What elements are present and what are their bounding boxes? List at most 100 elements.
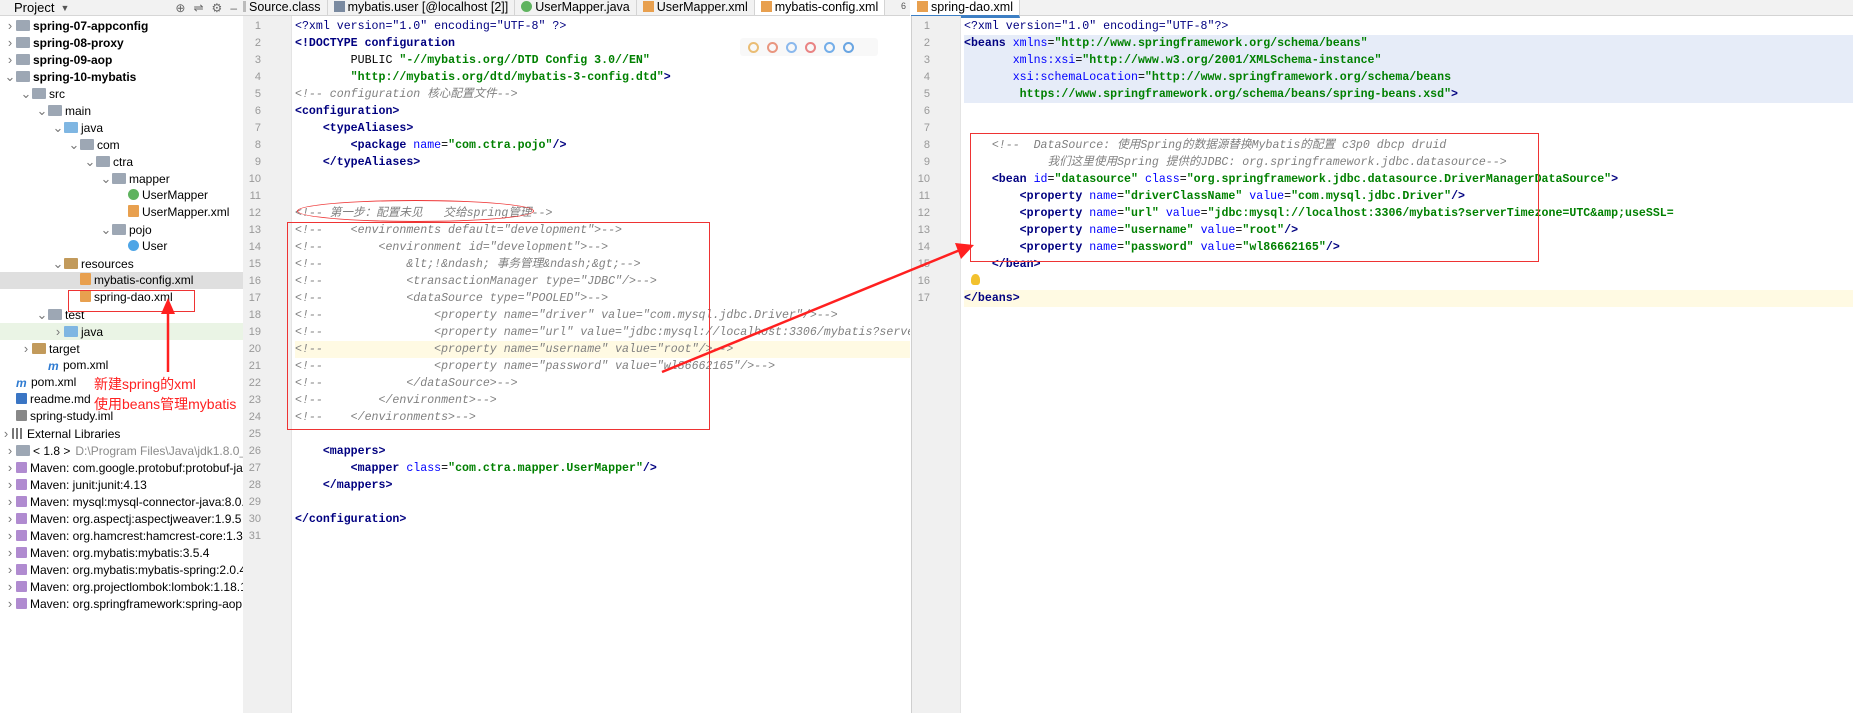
code-line[interactable]: <?xml version="1.0" encoding="UTF-8"?> bbox=[964, 18, 1853, 35]
tree-item[interactable]: mybatis-config.xml bbox=[0, 272, 243, 289]
tree-item[interactable]: m pom.xml bbox=[36, 357, 243, 374]
tree-item[interactable]: › Maven: org.hamcrest:hamcrest-core:1.3 bbox=[4, 527, 243, 544]
chevron-right-icon[interactable]: › bbox=[4, 544, 16, 561]
tabs-overflow-indicator[interactable]: 6 bbox=[901, 1, 906, 11]
chevron-down-icon[interactable]: ⌄ bbox=[36, 306, 48, 323]
code-line[interactable]: </beans> bbox=[964, 290, 1853, 307]
browser-preview-icons[interactable] bbox=[740, 38, 878, 56]
editor-tab[interactable]: mybatis-config.xml bbox=[754, 0, 886, 15]
chevron-right-icon[interactable]: › bbox=[4, 17, 16, 34]
code-line[interactable]: <package name="com.ctra.pojo"/> bbox=[295, 137, 910, 154]
code-line[interactable]: <configuration> bbox=[295, 103, 910, 120]
tree-item[interactable]: ⌄ spring-10-mybatis bbox=[4, 68, 243, 85]
tree-item[interactable]: ⌄ mapper bbox=[100, 170, 243, 187]
chevron-down-icon[interactable]: ⌄ bbox=[4, 68, 16, 85]
tree-item[interactable]: UserMapper bbox=[116, 187, 243, 204]
chevron-right-icon[interactable]: › bbox=[4, 442, 16, 459]
code-line[interactable]: xmlns:xsi="http://www.w3.org/2001/XMLSch… bbox=[964, 52, 1853, 69]
browser-icon[interactable] bbox=[824, 41, 835, 53]
chevron-right-icon[interactable]: › bbox=[4, 527, 16, 544]
chevron-down-icon[interactable]: ⌄ bbox=[84, 153, 96, 170]
tree-item[interactable]: › java bbox=[0, 323, 243, 340]
tree-item[interactable]: ⌄ com bbox=[68, 136, 243, 153]
code-line[interactable]: <beans xmlns="http://www.springframework… bbox=[964, 35, 1853, 52]
chevron-down-icon[interactable]: ⌄ bbox=[68, 136, 80, 153]
tree-item[interactable]: UserMapper.xml bbox=[116, 204, 243, 221]
browser-icon[interactable] bbox=[843, 41, 854, 53]
tree-item[interactable]: › target bbox=[20, 340, 243, 357]
code-line[interactable] bbox=[295, 171, 910, 188]
tree-item[interactable]: › Maven: org.mybatis:mybatis-spring:2.0.4 bbox=[4, 561, 243, 578]
code-line[interactable]: <mapper class="com.ctra.mapper.UserMappe… bbox=[295, 460, 910, 477]
line-number: 28 bbox=[248, 479, 261, 491]
tree-item[interactable]: › Maven: org.mybatis:mybatis:3.5.4 bbox=[4, 544, 243, 561]
tree-item[interactable]: › spring-09-aop bbox=[4, 51, 243, 68]
code-line[interactable]: <mappers> bbox=[295, 443, 910, 460]
minimize-icon[interactable]: – bbox=[230, 1, 237, 15]
tree-item[interactable]: › External Libraries bbox=[0, 425, 243, 442]
chevron-right-icon[interactable]: › bbox=[4, 510, 16, 527]
code-line[interactable]: </typeAliases> bbox=[295, 154, 910, 171]
editor-tab[interactable]: UserMapper.java bbox=[515, 0, 637, 15]
chevron-down-icon[interactable]: ⌄ bbox=[100, 170, 112, 187]
code-line[interactable]: <?xml version="1.0" encoding="UTF-8" ?> bbox=[295, 18, 910, 35]
code-line[interactable]: "http://mybatis.org/dtd/mybatis-3-config… bbox=[295, 69, 910, 86]
chevron-right-icon[interactable]: › bbox=[4, 595, 16, 612]
code-line[interactable]: <typeAliases> bbox=[295, 120, 910, 137]
tree-item[interactable]: › Maven: com.google.protobuf:protobuf-ja bbox=[4, 459, 243, 476]
lightbulb-icon[interactable] bbox=[971, 274, 980, 285]
code-line[interactable]: xsi:schemaLocation="http://www.springfra… bbox=[964, 69, 1853, 86]
code-line[interactable] bbox=[964, 273, 1853, 290]
tree-item[interactable]: › Maven: org.aspectj:aspectjweaver:1.9.5 bbox=[4, 510, 243, 527]
chevron-down-icon[interactable]: ⌄ bbox=[52, 255, 64, 272]
chevron-right-icon[interactable]: › bbox=[52, 323, 64, 340]
tree-item[interactable]: › Maven: junit:junit:4.13 bbox=[4, 476, 243, 493]
tree-item[interactable]: ⌄ ctra bbox=[84, 153, 243, 170]
chevron-right-icon[interactable]: › bbox=[4, 493, 16, 510]
browser-icon[interactable] bbox=[805, 41, 816, 53]
locate-icon[interactable]: ⊕ bbox=[175, 1, 185, 15]
chevron-down-icon[interactable]: ⌄ bbox=[20, 85, 32, 102]
tree-item[interactable]: ⌄ pojo bbox=[100, 221, 243, 238]
chevron-right-icon[interactable]: › bbox=[4, 561, 16, 578]
tree-item[interactable]: › Maven: mysql:mysql-connector-java:8.0.2… bbox=[4, 493, 243, 510]
tree-item[interactable]: ⌄ java bbox=[52, 119, 243, 136]
project-panel-title[interactable]: Project bbox=[0, 0, 54, 15]
chevron-right-icon[interactable]: › bbox=[4, 34, 16, 51]
chevron-right-icon[interactable]: › bbox=[4, 476, 16, 493]
code-line[interactable]: <!-- configuration 核心配置文件--> bbox=[295, 86, 910, 103]
editor-tab[interactable]: Source.class bbox=[243, 0, 328, 15]
tree-item[interactable]: ⌄ main bbox=[36, 102, 243, 119]
tree-item[interactable]: ⌄ src bbox=[20, 85, 243, 102]
tree-item[interactable]: › < 1.8 > D:\Program Files\Java\jdk1.8.0_2 bbox=[4, 442, 243, 459]
code-line[interactable]: https://www.springframework.org/schema/b… bbox=[964, 86, 1853, 103]
tree-item[interactable]: › spring-08-proxy bbox=[4, 34, 243, 51]
chevron-right-icon[interactable]: › bbox=[20, 340, 32, 357]
browser-icon[interactable] bbox=[786, 41, 797, 53]
chevron-right-icon[interactable]: › bbox=[0, 425, 12, 442]
gear-icon[interactable]: ⚙ bbox=[212, 1, 223, 15]
chevron-right-icon[interactable]: › bbox=[4, 459, 16, 476]
code-line[interactable]: </configuration> bbox=[295, 511, 910, 528]
tree-item[interactable]: › Maven: org.projectlombok:lombok:1.18.1 bbox=[4, 578, 243, 595]
tree-item[interactable]: › Maven: org.springframework:spring-aop: bbox=[4, 595, 243, 612]
browser-icon[interactable] bbox=[767, 41, 778, 53]
tree-item[interactable]: › spring-07-appconfig bbox=[4, 17, 243, 34]
chevron-down-icon[interactable]: ⌄ bbox=[36, 102, 48, 119]
chevron-down-icon[interactable]: ▼ bbox=[60, 3, 69, 13]
collapse-icon[interactable]: ⇌ bbox=[193, 1, 203, 15]
chevron-right-icon[interactable]: › bbox=[4, 51, 16, 68]
tree-item[interactable]: User bbox=[116, 238, 243, 255]
chevron-down-icon[interactable]: ⌄ bbox=[52, 119, 64, 136]
code-line[interactable] bbox=[295, 528, 910, 545]
editor-spring-dao[interactable]: 1 <?xml version="1.0" encoding="UTF-8"?> 2… bbox=[911, 16, 1853, 713]
chevron-down-icon[interactable]: ⌄ bbox=[100, 221, 112, 238]
editor-tab[interactable]: UserMapper.xml bbox=[637, 0, 755, 15]
code-line[interactable] bbox=[295, 494, 910, 511]
tree-item[interactable]: ⌄ resources bbox=[52, 255, 243, 272]
browser-icon[interactable] bbox=[748, 41, 759, 53]
editor-tab[interactable]: mybatis.user [@localhost [2]] bbox=[328, 0, 516, 15]
chevron-right-icon[interactable]: › bbox=[4, 578, 16, 595]
code-line[interactable] bbox=[964, 103, 1853, 120]
code-line[interactable]: </mappers> bbox=[295, 477, 910, 494]
